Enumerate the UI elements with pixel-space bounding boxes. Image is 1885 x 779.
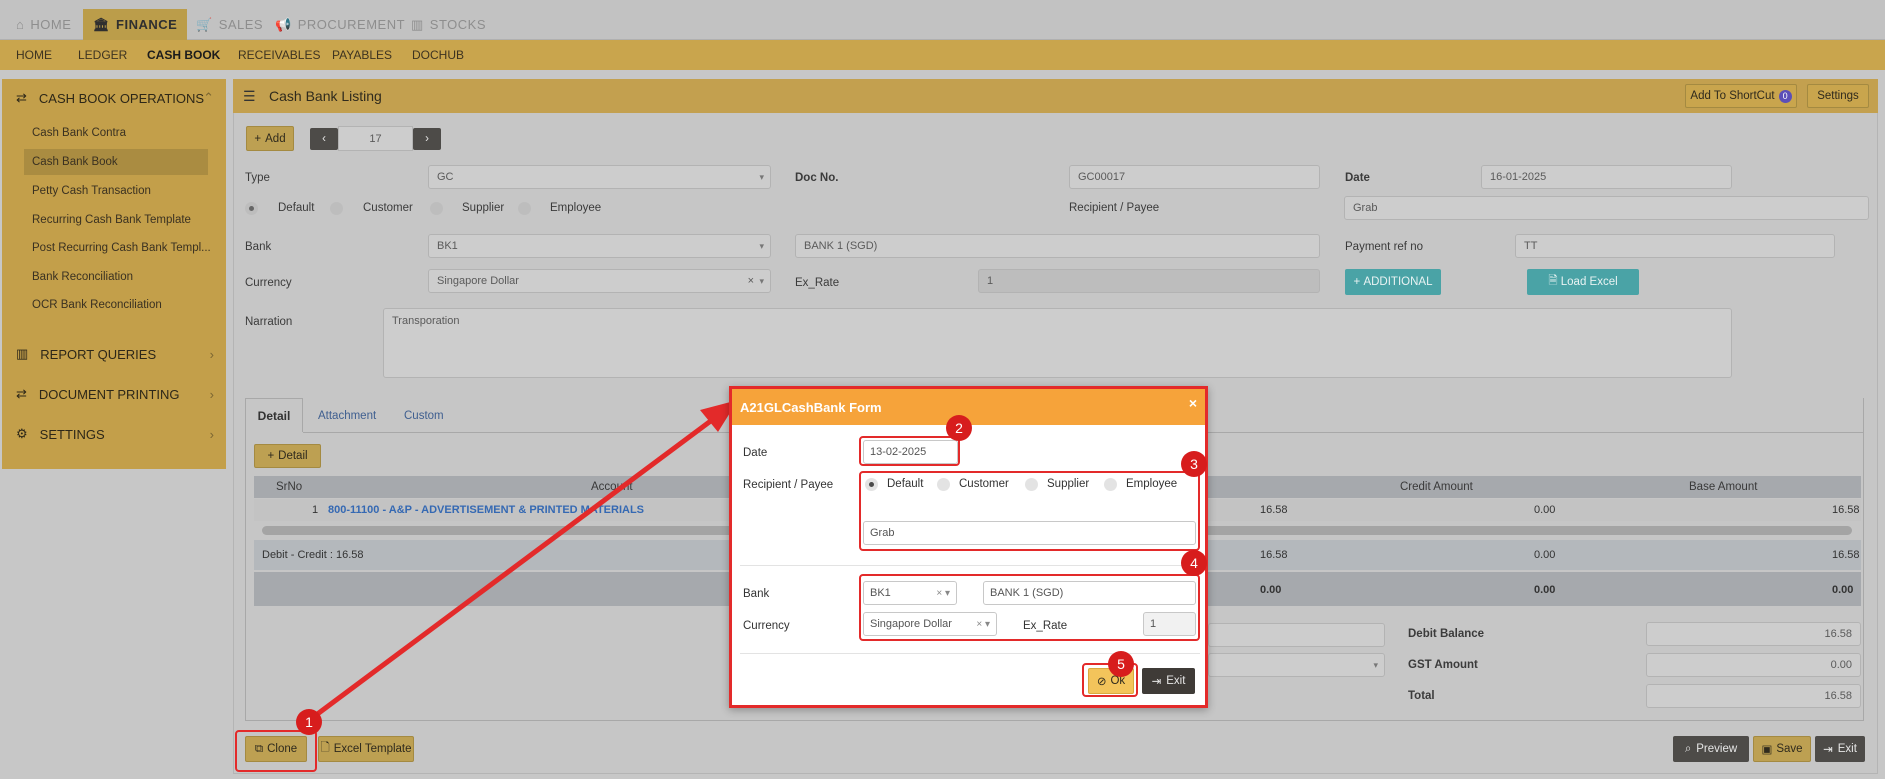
modal-date-label: Date (743, 447, 768, 459)
annotation-badge-5: 5 (1108, 651, 1134, 677)
sign-out-icon: ⇥ (1151, 676, 1162, 688)
modal-divider (740, 565, 1200, 566)
close-icon[interactable]: × (1189, 395, 1197, 411)
annotation-badge-1: 1 (296, 709, 322, 735)
annotation-box-recipient (859, 471, 1200, 551)
annotation-badge-2: 2 (946, 415, 972, 441)
modal-recipient-label: Recipient / Payee (743, 479, 834, 491)
annotation-badge-4: 4 (1181, 550, 1207, 576)
annotation-box-date (859, 436, 960, 466)
modal-bank-label: Bank (743, 588, 770, 600)
modal-title: A21GLCashBank Form (740, 399, 882, 415)
modal-currency-label: Currency (743, 620, 790, 632)
annotation-box-bank (859, 574, 1200, 641)
annotation-badge-3: 3 (1181, 451, 1207, 477)
modal-divider (740, 653, 1200, 654)
modal-exit-button[interactable]: ⇥ Exit (1142, 668, 1195, 694)
